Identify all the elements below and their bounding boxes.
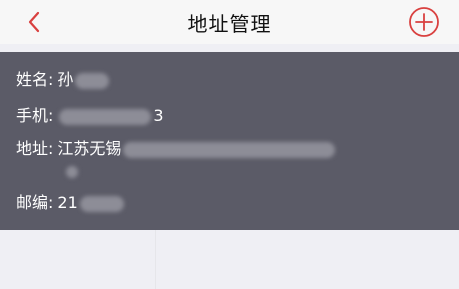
name-value: 孙 xyxy=(57,70,74,89)
address-value: 江苏无锡 xyxy=(57,139,122,158)
page-title: 地址管理 xyxy=(187,12,272,36)
divider xyxy=(155,230,156,289)
phone-label: 手机: xyxy=(16,106,54,125)
zip-value: 21 xyxy=(57,193,78,212)
bottom-area xyxy=(0,230,459,289)
nav-bar: 地址管理 xyxy=(0,0,459,44)
phone-mask xyxy=(59,108,152,125)
address-row: 地址: 江苏无锡 xyxy=(16,138,336,160)
zip-mask xyxy=(79,195,124,212)
address-mask xyxy=(123,141,336,158)
address-management-screen: 地址管理 姓名: 孙 手机: 3 地址: 江苏无锡 邮编: 21 xyxy=(0,0,459,289)
name-mask xyxy=(75,72,110,89)
name-label: 姓名: xyxy=(16,70,54,89)
name-row: 姓名: 孙 xyxy=(16,69,110,91)
plus-circle-icon xyxy=(409,7,439,37)
phone-value: 3 xyxy=(153,106,164,125)
zip-row: 邮编: 21 xyxy=(16,192,124,214)
address-mask-line2 xyxy=(66,165,78,178)
add-address-button[interactable] xyxy=(408,6,440,38)
address-label: 地址: xyxy=(16,139,54,158)
address-card[interactable]: 姓名: 孙 手机: 3 地址: 江苏无锡 邮编: 21 xyxy=(0,52,459,230)
phone-row: 手机: 3 xyxy=(16,105,164,127)
address-row-continued xyxy=(66,160,78,182)
zip-label: 邮编: xyxy=(16,193,54,212)
